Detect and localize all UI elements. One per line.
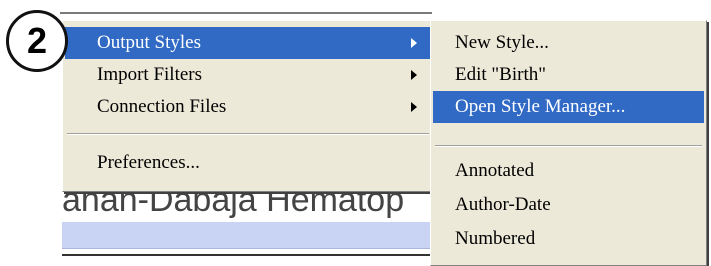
menu-item-preferences[interactable]: Preferences... (65, 147, 431, 179)
menu-item-label: Edit "Birth" (455, 64, 546, 85)
menu-item-output-styles[interactable]: Output Styles (65, 27, 431, 59)
menu-item-connection-files[interactable]: Connection Files (65, 91, 431, 123)
menu-item-annotated[interactable]: Annotated (433, 155, 704, 187)
menu-item-label: Connection Files (97, 96, 227, 117)
menu-item-author-date[interactable]: Author-Date (433, 189, 704, 221)
menu-item-new-style[interactable]: New Style... (433, 27, 704, 59)
menu-item-import-filters[interactable]: Import Filters (65, 59, 431, 91)
menu-item-edit-birth[interactable]: Edit "Birth" (433, 59, 704, 91)
tools-dropdown-menu: Output Styles Import Filters Connection … (62, 20, 434, 192)
menu-separator (435, 145, 702, 147)
menu-item-label: New Style... (455, 32, 549, 53)
menu-item-label: Author-Date (455, 194, 551, 215)
submenu-arrow-icon (411, 70, 417, 80)
menu-item-numbered[interactable]: Numbered (433, 223, 704, 255)
menu-item-label: Preferences... (97, 152, 200, 173)
menu-item-label: Open Style Manager... (455, 96, 626, 117)
menu-separator (67, 133, 429, 135)
menu-item-label: Import Filters (97, 64, 203, 85)
menu-item-label: Output Styles (97, 32, 201, 53)
menu-item-label: Numbered (455, 228, 536, 249)
submenu-arrow-icon (411, 102, 417, 112)
menu-item-open-style-manager[interactable]: Open Style Manager... (433, 91, 704, 123)
menu-item-label: Annotated (455, 160, 535, 181)
output-styles-submenu: New Style... Edit "Birth" Open Style Man… (430, 20, 707, 266)
background-selected-row (62, 222, 434, 249)
background-divider (62, 254, 434, 256)
background-window-edge (60, 12, 432, 14)
submenu-arrow-icon (411, 38, 417, 48)
step-number-badge: 2 (6, 10, 68, 72)
